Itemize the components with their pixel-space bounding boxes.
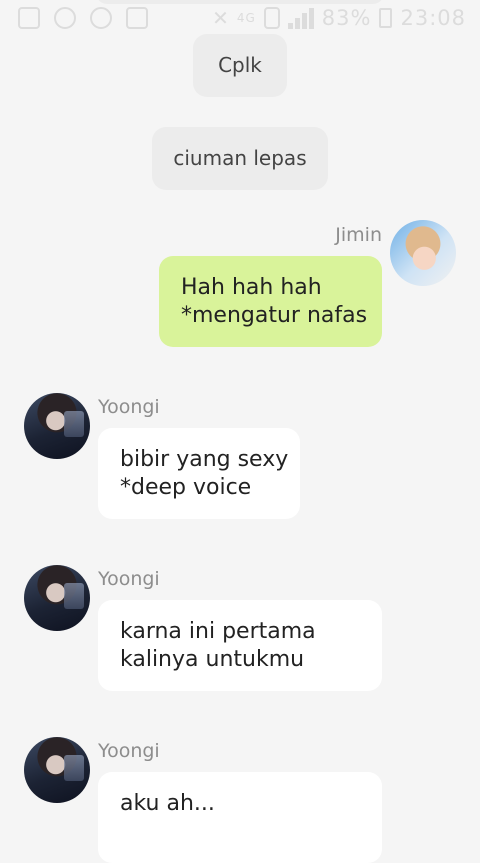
center-message[interactable]: ciuman lepas [152,127,328,190]
clock-icon [54,7,76,29]
avatar-yoongi[interactable] [24,393,90,459]
avatar-jimin[interactable] [390,220,456,286]
avatar-yoongi[interactable] [24,565,90,631]
center-message-text: Cplk [218,53,262,77]
battery-icon [379,8,393,28]
message-line: *mengatur nafas [181,303,368,328]
whatsapp-icon [90,7,112,29]
sender-name: Yoongi [98,568,160,590]
message-line: aku ah... [120,791,215,816]
sender-name: Jimin [335,224,382,246]
message-line: karna ini pertama [120,619,316,644]
mute-icon: ✕ [212,6,229,30]
center-message[interactable]: Cplk [193,34,287,97]
incoming-message-bubble[interactable]: bibir yang sexy *deep voice [98,428,300,519]
message-line: *deep voice [120,475,252,500]
center-message-text: ciuman lepas [173,146,307,170]
clock-time: 23:08 [400,6,466,30]
incoming-message-bubble[interactable]: aku ah... [98,772,382,863]
avatar-yoongi[interactable] [24,737,90,803]
message-line: Hah hah hah [181,275,322,300]
message-line: bibir yang sexy [120,447,289,472]
network-type: 4G [236,11,256,25]
incoming-message-bubble[interactable]: karna ini pertama kalinya untukmu [98,600,382,691]
sender-name: Yoongi [98,740,160,762]
battery-percent: 83% [321,6,372,30]
signal-icon [287,7,314,29]
status-bar: ✕ 4G 83% 23:08 [0,0,480,36]
sender-name: Yoongi [98,396,160,418]
alarm-icon [263,7,280,29]
message-line: kalinya untukmu [120,647,305,672]
gallery-icon [126,7,148,29]
notification-icon [18,7,40,29]
outgoing-message-bubble[interactable]: Hah hah hah *mengatur nafas [159,256,382,347]
